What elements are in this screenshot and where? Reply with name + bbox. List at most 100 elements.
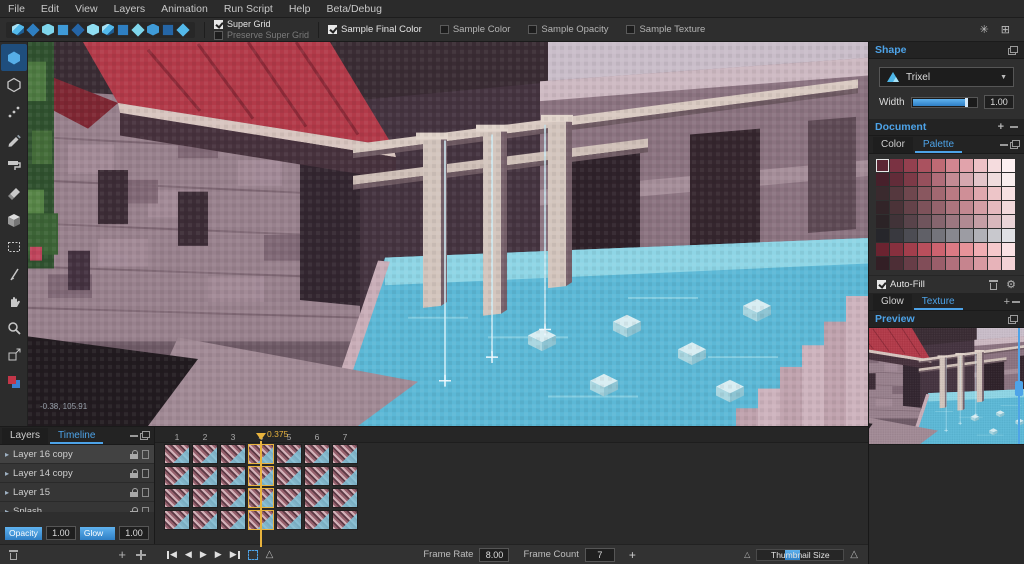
- palette-swatch[interactable]: [890, 243, 903, 256]
- trixel-brush-tool[interactable]: [1, 44, 27, 71]
- palette-swatch[interactable]: [988, 201, 1001, 214]
- frame-cell[interactable]: [192, 444, 218, 464]
- palette-swatch[interactable]: [1002, 215, 1015, 228]
- brush-preset-11[interactable]: [163, 24, 173, 34]
- palette-swatch[interactable]: [876, 187, 889, 200]
- frame-number[interactable]: 3: [219, 432, 247, 442]
- brush-preset-6[interactable]: [87, 24, 99, 36]
- palette-swatch[interactable]: [904, 257, 917, 270]
- palette-swatch[interactable]: [904, 173, 917, 186]
- tab-timeline[interactable]: Timeline: [50, 428, 103, 444]
- frame-cell[interactable]: [192, 466, 218, 486]
- frame-cell[interactable]: [276, 444, 302, 464]
- frame-cell[interactable]: [304, 510, 330, 530]
- frame-cell[interactable]: [220, 488, 246, 508]
- collapse-icon[interactable]: [1012, 301, 1020, 303]
- menu-edit[interactable]: Edit: [41, 3, 59, 15]
- gear-icon[interactable]: ⚙: [1006, 280, 1016, 290]
- menu-beta-debug[interactable]: Beta/Debug: [326, 3, 381, 15]
- brush-preset-1[interactable]: [12, 24, 24, 36]
- width-value[interactable]: 1.00: [984, 95, 1014, 109]
- layer-row-layer-14-copy[interactable]: ▸ Layer 14 copy: [0, 464, 154, 483]
- palette-swatch[interactable]: [1002, 187, 1015, 200]
- palette-swatch[interactable]: [932, 187, 945, 200]
- palette-swatch[interactable]: [988, 215, 1001, 228]
- shape-outline-tool[interactable]: [1, 71, 27, 98]
- frame-cell[interactable]: [164, 488, 190, 508]
- palette-swatch[interactable]: [946, 257, 959, 270]
- frame-cell[interactable]: [164, 510, 190, 530]
- voxel-tool[interactable]: [1, 206, 27, 233]
- menu-run-script[interactable]: Run Script: [224, 3, 273, 15]
- frame-cell[interactable]: [220, 444, 246, 464]
- layer-row-splash[interactable]: ▸ Splash: [0, 502, 154, 512]
- layer-expand-icon[interactable]: ▸: [5, 450, 9, 459]
- tab-palette[interactable]: Palette: [915, 137, 962, 153]
- brush-preset-7[interactable]: [102, 24, 114, 36]
- snap-grid-icon[interactable]: ✳: [980, 23, 989, 36]
- palette-swatch[interactable]: [932, 173, 945, 186]
- canvas-viewport[interactable]: -0.38, 105.91: [28, 42, 868, 426]
- palette-swatch[interactable]: [876, 173, 889, 186]
- eraser-tool[interactable]: [1, 179, 27, 206]
- palette-swatch[interactable]: [876, 257, 889, 270]
- frame-cell[interactable]: [304, 444, 330, 464]
- step-forward-button[interactable]: ▶: [215, 549, 222, 560]
- glow-slider[interactable]: Glow: [80, 527, 115, 540]
- palette-swatch[interactable]: [1002, 257, 1015, 270]
- frame-count-value[interactable]: 7: [585, 548, 615, 562]
- frame-cell[interactable]: [304, 488, 330, 508]
- palette-swatch[interactable]: [918, 159, 931, 172]
- frame-cell[interactable]: [276, 466, 302, 486]
- collapse-icon[interactable]: [130, 435, 138, 437]
- palette-swatch[interactable]: [1002, 229, 1015, 242]
- tab-texture[interactable]: Texture: [914, 294, 963, 310]
- pan-tool[interactable]: [1, 287, 27, 314]
- palette-swatch[interactable]: [960, 187, 973, 200]
- palette-swatch[interactable]: [890, 187, 903, 200]
- menu-file[interactable]: File: [8, 3, 25, 15]
- zoom-tool[interactable]: [1, 314, 27, 341]
- brush-preset-2[interactable]: [26, 23, 39, 36]
- palette-swatch[interactable]: [974, 257, 987, 270]
- layer-expand-icon[interactable]: ▸: [5, 488, 9, 497]
- frame-cell[interactable]: [332, 510, 358, 530]
- palette-swatch[interactable]: [974, 187, 987, 200]
- frame-number[interactable]: 2: [191, 432, 219, 442]
- layer-row-layer-16-copy[interactable]: ▸ Layer 16 copy: [0, 445, 154, 464]
- palette-swatch[interactable]: [904, 159, 917, 172]
- palette-swatch[interactable]: [988, 159, 1001, 172]
- palette-swatch[interactable]: [890, 229, 903, 242]
- frame-cell[interactable]: [332, 444, 358, 464]
- frame-cell[interactable]: [220, 466, 246, 486]
- palette-swatch[interactable]: [974, 173, 987, 186]
- menu-layers[interactable]: Layers: [114, 3, 146, 15]
- palette-swatch[interactable]: [932, 201, 945, 214]
- lock-icon[interactable]: [130, 488, 138, 497]
- thumbnail-size-increase-icon[interactable]: △: [850, 549, 858, 560]
- palette-swatch[interactable]: [960, 173, 973, 186]
- palette-swatch[interactable]: [876, 201, 889, 214]
- trash-icon[interactable]: [989, 280, 998, 290]
- palette-swatch[interactable]: [960, 215, 973, 228]
- add-frame-button[interactable]: +: [629, 548, 636, 562]
- width-slider[interactable]: [911, 97, 978, 108]
- palette-swatch[interactable]: [988, 173, 1001, 186]
- brush-preset-9[interactable]: [131, 23, 144, 36]
- palette-swatch[interactable]: [960, 159, 973, 172]
- skip-to-end-button[interactable]: ▶: [230, 549, 240, 560]
- lock-icon[interactable]: [130, 469, 138, 478]
- glow-value[interactable]: 1.00: [119, 526, 149, 540]
- palette-swatch[interactable]: [918, 243, 931, 256]
- checkbox-sample-color[interactable]: Sample Color: [440, 24, 511, 35]
- delete-layer-icon[interactable]: [9, 550, 18, 560]
- float-panel-icon[interactable]: [1010, 140, 1020, 149]
- collapse-icon[interactable]: [1000, 144, 1008, 146]
- frame-cell[interactable]: [192, 510, 218, 530]
- palette-swatch[interactable]: [1002, 173, 1015, 186]
- loop-toggle-icon[interactable]: [248, 550, 258, 560]
- width-slider-handle[interactable]: [965, 98, 968, 107]
- transform-tool[interactable]: [1, 341, 27, 368]
- palette-swatch[interactable]: [988, 229, 1001, 242]
- palette-swatch[interactable]: [932, 257, 945, 270]
